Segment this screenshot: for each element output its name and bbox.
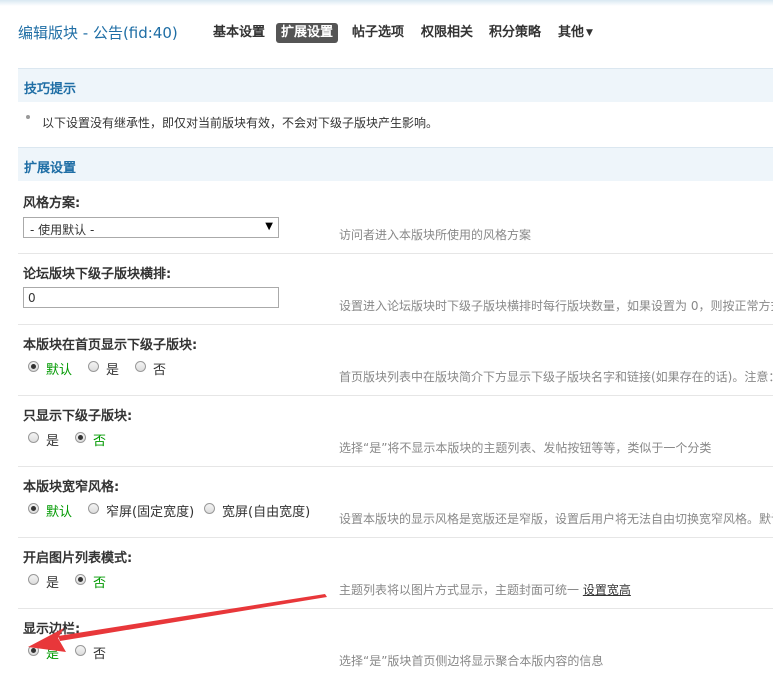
select-value: - 使用默认 - xyxy=(30,223,95,237)
setting-desc: 首页版块列表中在版块简介下方显示下级子版块名字和链接(如果存在的话)。注意： xyxy=(339,370,773,384)
setting-picture-list: 开启图片列表模式: 是 否 主题列表将以图片方式显示，主题封面可统一 设置宽高 xyxy=(18,537,773,609)
radio-label: 默认 xyxy=(46,363,73,378)
setting-label: 风格方案: xyxy=(23,196,81,211)
setting-label: 论坛版块下级子版块横排: xyxy=(23,267,172,282)
setting-label: 只显示下级子版块: xyxy=(23,409,133,424)
setting-desc: 设置进入论坛版块时下级子版块横排时每行版块数量，如果设置为 0，则按正常方式 xyxy=(339,299,773,313)
setting-style-scheme: 风格方案: - 使用默认 - ▼ 访问者进入本版块所使用的风格方案 xyxy=(18,182,773,254)
tab-basic-settings[interactable]: 基本设置 xyxy=(213,23,265,43)
setting-show-sub-on-index: 本版块在首页显示下级子版块: 默认 是 否 首页版块列表中在版块简介下方显示下级… xyxy=(18,324,773,396)
top-gradient-bar xyxy=(0,0,773,6)
setting-label: 本版块宽窄风格: xyxy=(23,480,120,495)
bullet-icon xyxy=(26,115,30,119)
page: 编辑版块 - 公告(fid:40) 基本设置 扩展设置 帖子选项 权限相关 积分… xyxy=(0,0,773,677)
sub-columns-input[interactable] xyxy=(23,287,279,308)
radio-button[interactable] xyxy=(204,503,215,514)
setting-sub-columns: 论坛版块下级子版块横排: 设置进入论坛版块时下级子版块横排时每行版块数量，如果设… xyxy=(18,253,773,325)
setting-desc: 主题列表将以图片方式显示，主题封面可统一 设置宽高 xyxy=(339,581,631,598)
tab-other[interactable]: 其他 ▼ xyxy=(558,23,593,43)
setting-desc: 选择“是”将不显示本版块的主题列表、发帖按钮等等，类似于一个分类 xyxy=(339,441,712,455)
tab-label: 基本设置 xyxy=(213,25,266,40)
radio-button[interactable] xyxy=(75,574,86,585)
setting-label: 开启图片列表模式: xyxy=(23,551,133,566)
radio-button[interactable] xyxy=(28,645,39,656)
tab-label: 权限相关 xyxy=(421,25,474,40)
setting-show-sidebar: 显示边栏: 是 否 选择“是”版块首页侧边将显示聚合本版内容的信息 xyxy=(18,608,773,679)
radio-button[interactable] xyxy=(28,503,39,514)
tab-permissions[interactable]: 权限相关 xyxy=(421,23,473,43)
setting-width-style: 本版块宽窄风格: 默认 窄屏(固定宽度) 宽屏(自由宽度) 设置本版块的显示风格… xyxy=(18,466,773,538)
setting-label: 本版块在首页显示下级子版块: xyxy=(23,338,198,353)
radio-button[interactable] xyxy=(75,432,86,443)
radio-label: 否 xyxy=(153,363,167,378)
dropdown-arrow-icon: ▼ xyxy=(265,221,273,232)
radio-label: 是 xyxy=(46,647,60,662)
header: 编辑版块 - 公告(fid:40) 基本设置 扩展设置 帖子选项 权限相关 积分… xyxy=(0,20,773,46)
tips-title: 技巧提示 xyxy=(24,82,77,97)
radio-button[interactable] xyxy=(28,361,39,372)
radio-label: 否 xyxy=(93,576,107,591)
tab-post-options[interactable]: 帖子选项 xyxy=(352,23,404,43)
tab-label: 其他 xyxy=(558,25,585,40)
caret-down-icon: ▼ xyxy=(586,28,593,38)
radio-label: 是 xyxy=(106,363,120,378)
tab-label: 帖子选项 xyxy=(352,25,405,40)
style-scheme-select[interactable]: - 使用默认 - ▼ xyxy=(23,217,279,238)
desc-text: 主题列表将以图片方式显示，主题封面可统一 xyxy=(339,583,580,597)
radio-label: 默认 xyxy=(46,505,73,520)
radio-label: 否 xyxy=(93,434,107,449)
extended-title: 扩展设置 xyxy=(24,161,77,176)
setting-label: 显示边栏: xyxy=(23,622,81,637)
tab-credit-policy[interactable]: 积分策略 xyxy=(489,23,541,43)
radio-label: 否 xyxy=(93,647,107,662)
tip-text: 以下设置没有继承性，即仅对当前版块有效，不会对下级子版块产生影响。 xyxy=(42,116,439,130)
setting-only-show-sub: 只显示下级子版块: 是 否 选择“是”将不显示本版块的主题列表、发帖按钮等等，类… xyxy=(18,395,773,467)
setting-desc: 设置本版块的显示风格是宽版还是窄版，设置后用户将无法自由切换宽窄风格。默认 xyxy=(339,512,773,526)
radio-button[interactable] xyxy=(135,361,146,372)
radio-label: 窄屏(固定宽度) xyxy=(106,505,195,520)
radio-button[interactable] xyxy=(88,503,99,514)
setting-desc: 选择“是”版块首页侧边将显示聚合本版内容的信息 xyxy=(339,654,604,668)
tips-section-header: 技巧提示 xyxy=(18,68,773,102)
radio-button[interactable] xyxy=(88,361,99,372)
tab-label: 扩展设置 xyxy=(281,25,334,40)
radio-button[interactable] xyxy=(75,645,86,656)
tab-extended-settings[interactable]: 扩展设置 xyxy=(276,23,339,43)
tab-label: 积分策略 xyxy=(489,25,542,40)
setting-desc: 访问者进入本版块所使用的风格方案 xyxy=(339,228,532,242)
radio-label: 是 xyxy=(46,434,60,449)
radio-label: 是 xyxy=(46,576,60,591)
set-size-link[interactable]: 设置宽高 xyxy=(583,583,631,597)
page-title: 编辑版块 - 公告(fid:40) xyxy=(18,24,178,42)
radio-button[interactable] xyxy=(28,574,39,585)
extended-section-header: 扩展设置 xyxy=(18,147,773,181)
radio-label: 宽屏(自由宽度) xyxy=(222,505,311,520)
tip-item: 以下设置没有继承性，即仅对当前版块有效，不会对下级子版块产生影响。 xyxy=(18,112,773,132)
radio-button[interactable] xyxy=(28,432,39,443)
